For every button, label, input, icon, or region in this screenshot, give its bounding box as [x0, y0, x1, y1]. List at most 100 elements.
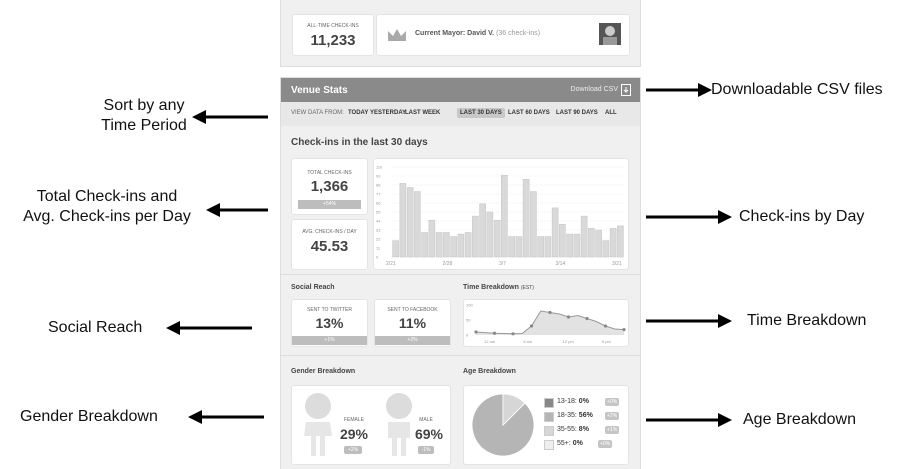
y-tick-label: 11	[376, 246, 381, 251]
venue-stats-panel: Venue Stats Download CSV VIEW DATA FROM:…	[280, 77, 641, 469]
arrow-right-icon	[646, 210, 732, 224]
twitter-value: 13%	[315, 315, 344, 331]
bar	[392, 240, 399, 258]
data-point	[529, 324, 534, 328]
facebook-change-badge: +2%	[375, 336, 450, 345]
twitter-card: SENT TO TWITTER 13% +1%	[291, 299, 368, 347]
female-change-badge: +2%	[344, 446, 362, 454]
y-tick-label: 0	[376, 255, 379, 260]
all-time-label: ALL-TIME CHECK-INS	[307, 23, 359, 29]
arrow-left-icon	[188, 410, 264, 424]
legend-value: 8%	[578, 426, 589, 433]
bar	[450, 236, 457, 258]
bar	[566, 233, 573, 258]
avatar-person-icon	[603, 26, 617, 45]
x-tick-label: 3/14	[556, 261, 566, 267]
time-period-bar: VIEW DATA FROM: TODAY YESTERDAY LAST WEE…	[281, 102, 640, 126]
age-breakdown-title: Age Breakdown	[463, 368, 516, 375]
time-breakdown-title: Time Breakdown (EST)	[463, 284, 534, 291]
time-chart-card: 0 50 100 12 am 6 am 12 pm 6 pm	[463, 299, 629, 347]
x-tick-label: 2/28	[443, 261, 453, 267]
twitter-change-badge: +1%	[292, 336, 367, 345]
male-figure-icon	[386, 393, 412, 456]
crown-icon	[388, 29, 406, 41]
legend-change-badge: +0%	[598, 440, 613, 448]
facebook-card: SENT TO FACEBOOK 11% +2%	[374, 299, 451, 347]
facebook-label: SENT TO FACEBOOK	[387, 307, 438, 313]
annotation-total: Total Check-ins and Avg. Check-ins per D…	[2, 187, 212, 227]
legend-value: 56%	[578, 412, 593, 419]
data-point	[492, 331, 497, 335]
y-tick-label: 55	[376, 210, 381, 215]
total-change-badge: +54%	[298, 200, 361, 209]
total-checkins-card: TOTAL CHECK-INS 1,366 +54%	[291, 158, 368, 215]
avg-checkins-value: 45.53	[310, 238, 349, 255]
bar	[530, 191, 537, 258]
divider	[281, 355, 640, 356]
bar	[479, 203, 486, 258]
facebook-value: 11%	[398, 315, 427, 331]
bar	[588, 228, 595, 258]
female-value: 29%	[339, 426, 369, 442]
period-last-90-days[interactable]: LAST 90 DAYS	[556, 110, 598, 116]
total-checkins-label: TOTAL CHECK-INS	[307, 170, 352, 176]
mayor-card: Current Mayor: David V. (36 check-ins)	[376, 14, 630, 56]
legend-change-badge: +1%	[605, 426, 620, 434]
divider	[281, 274, 640, 275]
bar	[421, 232, 428, 258]
period-yesterday[interactable]: YESTERDAY	[370, 110, 406, 116]
arrow-left-icon	[166, 321, 252, 335]
download-icon[interactable]	[621, 84, 631, 96]
time-breakdown-label: Time Breakdown	[463, 284, 519, 291]
period-last-60-days[interactable]: LAST 60 DAYS	[508, 110, 550, 116]
avatar[interactable]	[599, 23, 621, 45]
venue-stats-title: Venue Stats	[291, 85, 348, 96]
legend-label: 35-55: 8%	[557, 426, 589, 433]
legend-change-badge: +2%	[605, 412, 620, 420]
x-tick-label: 3/7	[499, 261, 506, 267]
period-last-30-days[interactable]: LAST 30 DAYS	[457, 108, 505, 118]
period-last-week[interactable]: LAST WEEK	[405, 110, 440, 116]
legend-swatch	[544, 426, 554, 436]
time-breakdown-tz: (EST)	[520, 285, 534, 291]
bar	[443, 232, 450, 258]
download-csv-link[interactable]: Download CSV	[571, 86, 618, 93]
legend-range: 13-18:	[557, 398, 579, 405]
venue-stats-header: Venue Stats Download CSV	[281, 78, 640, 102]
avg-checkins-card: AVG. CHECK-INS / DAY 45.53	[291, 219, 368, 270]
period-all[interactable]: ALL	[605, 110, 617, 116]
y-tick-label: 99	[376, 174, 381, 179]
bar	[457, 233, 465, 258]
y-tick-label: 100	[466, 303, 473, 308]
annotation-age: Age Breakdown	[743, 411, 856, 428]
bar	[537, 236, 544, 258]
social-reach-title: Social Reach	[291, 284, 335, 291]
bar	[399, 183, 407, 258]
annotation-sort-line1: Sort by any	[103, 97, 185, 114]
x-tick-label: 2/21	[386, 261, 396, 267]
mayor-name[interactable]: David V.	[467, 30, 494, 37]
y-tick-label: 22	[376, 237, 381, 242]
x-tick-label: 6 am	[523, 339, 533, 344]
period-today[interactable]: TODAY	[348, 110, 368, 116]
male-label: MALE	[419, 417, 433, 423]
x-tick-label: 12 am	[484, 339, 496, 344]
legend-label: 13-18: 0%	[557, 398, 589, 405]
legend-swatch	[544, 440, 554, 450]
annotation-total-line1: Total Check-ins and	[36, 188, 178, 205]
annotation-total-line2: Avg. Check-ins per Day	[23, 208, 191, 225]
female-figure-icon	[304, 393, 332, 456]
legend-range: 35-55:	[557, 426, 579, 433]
bar	[551, 207, 559, 258]
y-tick-label: 110	[376, 165, 383, 170]
arrow-left-icon	[206, 203, 268, 217]
bar	[414, 191, 421, 258]
bar	[602, 240, 610, 258]
y-tick-label: 88	[376, 183, 381, 188]
data-point	[548, 310, 552, 315]
checkins-by-day-chart: 0 11 22 33 44 55 66 77 88 99 110 2/21 2/28 3/7 3/14 3/2…	[376, 165, 624, 267]
mayor-checkins: (36 check-ins)	[496, 30, 541, 37]
avg-checkins-label: AVG. CHECK-INS / DAY	[302, 229, 357, 235]
bar	[544, 236, 552, 258]
legend-value: 0%	[572, 440, 583, 447]
